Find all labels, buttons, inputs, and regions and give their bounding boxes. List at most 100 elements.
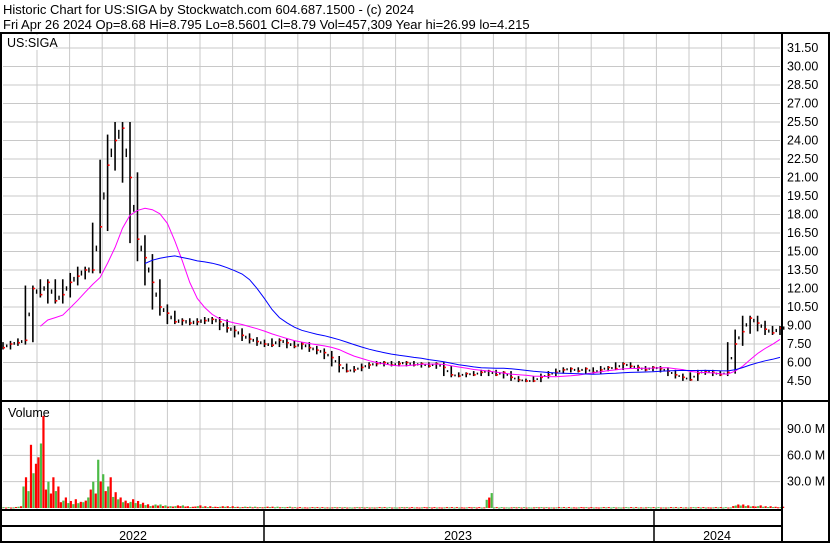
price-tick-label: 25.50: [787, 115, 818, 129]
volume-bar: [129, 501, 132, 508]
volume-bar: [12, 507, 15, 509]
volume-bar: [273, 507, 277, 509]
volume-bar: [727, 507, 730, 509]
volume-bar: [692, 507, 695, 509]
volume-bar: [181, 505, 185, 508]
volume-bar: [37, 457, 40, 508]
volume-bar: [463, 507, 466, 509]
volume-bar: [617, 507, 620, 509]
volume-bar: [154, 504, 157, 508]
volume-bar: [49, 493, 53, 508]
price-tick-label: 28.50: [787, 78, 818, 92]
volume-bar: [311, 507, 314, 509]
volume-bar: [176, 505, 180, 508]
price-tick-label: 10.50: [787, 300, 818, 314]
volume-bar: [627, 507, 630, 509]
volume-bar: [171, 506, 175, 508]
volume-bar: [572, 507, 576, 509]
volume-bar: [575, 507, 578, 509]
price-tick-label: 15.00: [787, 245, 818, 259]
volume-bar: [625, 507, 628, 509]
volume-bar: [184, 506, 187, 508]
volume-bar: [139, 504, 142, 508]
volume-bar: [637, 507, 640, 509]
volume-bar: [667, 507, 670, 509]
volume-bar: [592, 507, 595, 509]
volume-panel-label: Volume: [8, 406, 50, 420]
volume-bar: [709, 507, 712, 509]
volume-bar: [610, 507, 613, 509]
price-tick-label: 27.00: [787, 97, 818, 111]
volume-bar: [752, 506, 755, 508]
volume-bar: [480, 507, 483, 509]
volume-bar: [196, 506, 199, 508]
volume-bar: [97, 459, 100, 508]
volume-bar: [600, 507, 603, 509]
volume-bar: [550, 507, 553, 509]
volume-bar: [251, 507, 254, 509]
volume-bar: [605, 507, 608, 509]
volume-bar: [261, 507, 264, 509]
volume-bar: [540, 507, 543, 509]
volume-bar: [271, 506, 274, 508]
volume-bar: [772, 507, 775, 509]
volume-bar: [420, 507, 424, 509]
volume-bar: [722, 507, 725, 509]
volume-bar: [346, 507, 349, 509]
volume-bar: [649, 507, 653, 509]
year-label-2024: 2024: [703, 529, 731, 543]
volume-bar: [704, 507, 707, 509]
volume-bar: [373, 507, 376, 509]
volume-bar: [29, 444, 33, 508]
volume-bar: [694, 507, 698, 509]
volume-bar: [612, 507, 615, 509]
year-label-2022: 2022: [119, 529, 147, 543]
volume-bar: [259, 507, 262, 509]
volume-bar: [642, 507, 645, 509]
volume-bar: [318, 507, 321, 509]
volume-bar: [281, 507, 284, 509]
volume-tick-label: 60.0 M: [787, 448, 825, 462]
price-tick-label: 4.50: [787, 374, 811, 388]
volume-bar: [712, 507, 715, 509]
volume-bar: [92, 481, 95, 508]
volume-bar: [268, 507, 272, 509]
volume-bar: [107, 486, 110, 508]
volume-bar: [77, 503, 80, 508]
chart-title: Historic Chart for US:SIGA by Stockwatch…: [3, 2, 414, 17]
volume-bar: [386, 507, 389, 509]
price-tick-label: 16.50: [787, 226, 818, 240]
volume-bar: [465, 507, 468, 509]
volume-bar: [124, 500, 127, 508]
volume-bar: [527, 507, 531, 509]
volume-bar: [435, 507, 439, 509]
volume-bar: [607, 507, 610, 509]
volume-bar: [620, 507, 623, 509]
volume-bar: [493, 507, 496, 509]
volume-bar: [288, 506, 292, 508]
volume-bar: [62, 500, 65, 508]
volume-bar: [677, 507, 680, 509]
volume-bar: [468, 507, 471, 509]
volume-bar: [577, 507, 580, 509]
volume-bar: [306, 507, 309, 509]
volume-bar: [547, 507, 551, 509]
price-tick-label: 31.50: [787, 41, 818, 55]
volume-bar: [428, 507, 431, 509]
volume-bar: [47, 481, 50, 508]
volume-bar: [403, 507, 406, 509]
volume-bar: [14, 507, 18, 509]
volume-bar: [249, 506, 252, 508]
volume-bar: [560, 507, 563, 509]
volume-bar: [425, 507, 429, 509]
volume-bar: [199, 505, 202, 508]
volume-bar: [567, 507, 571, 509]
volume-bar: [186, 506, 189, 508]
volume-bar: [393, 507, 396, 509]
volume-bar: [296, 507, 299, 509]
volume-bar: [166, 506, 170, 508]
volume-bar: [388, 507, 391, 509]
volume-bar: [769, 506, 772, 508]
volume-bar: [179, 506, 182, 508]
volume-bar: [483, 507, 486, 509]
